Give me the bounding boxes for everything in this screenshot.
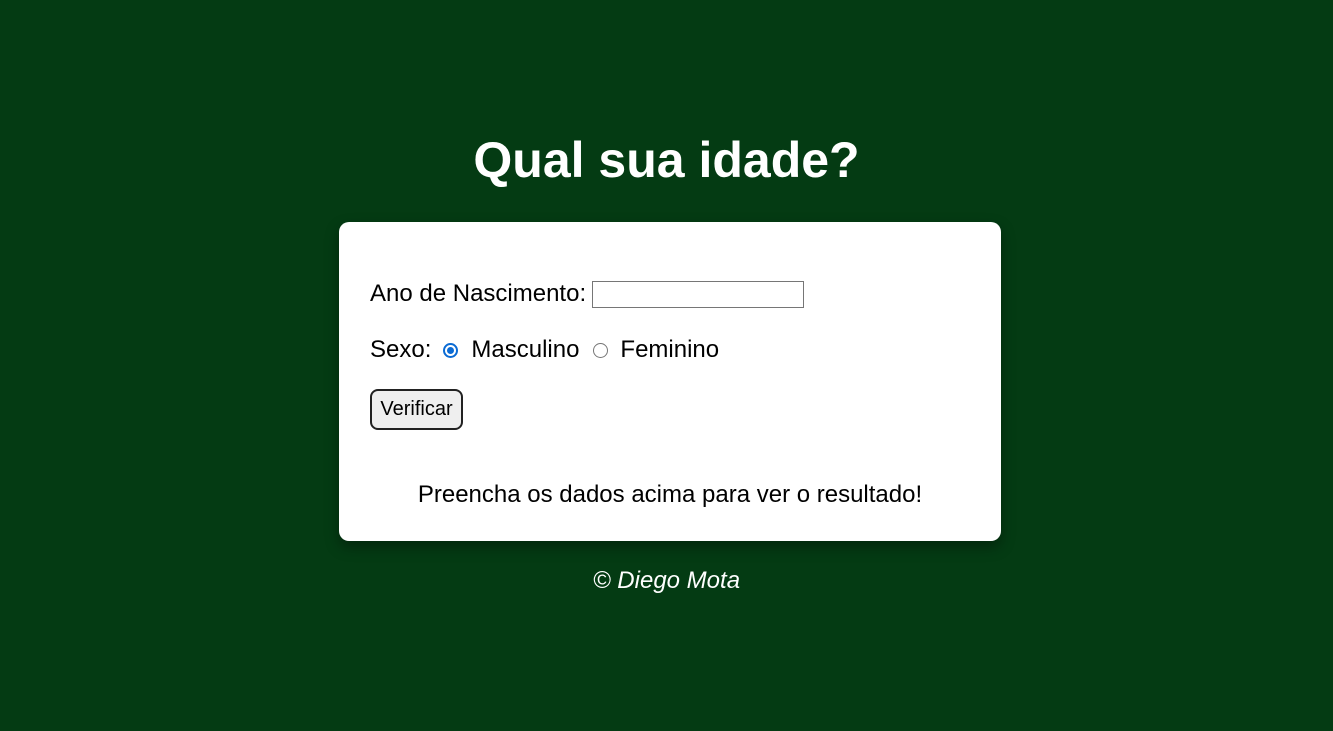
footer-copyright: © Diego Mota	[592, 567, 741, 594]
age-form-card: Ano de Nascimento: Sexo: Masculino Femin…	[339, 222, 1001, 541]
page-title: Qual sua idade?	[473, 132, 860, 188]
birth-year-label: Ano de Nascimento:	[370, 280, 587, 307]
result-message: Preencha os dados acima para ver o resul…	[417, 481, 923, 508]
sex-row: Sexo: Masculino Feminino	[370, 336, 719, 364]
radio-feminino-label[interactable]: Feminino	[620, 336, 719, 364]
birth-year-input[interactable]	[592, 280, 805, 308]
radio-masculino[interactable]	[443, 342, 459, 358]
radio-masculino-label[interactable]: Masculino	[471, 336, 579, 364]
radio-feminino[interactable]	[593, 342, 609, 358]
birth-year-row: Ano de Nascimento:	[370, 280, 805, 308]
verify-button[interactable]: Verificar	[370, 389, 463, 430]
sex-label: Sexo:	[370, 336, 432, 363]
